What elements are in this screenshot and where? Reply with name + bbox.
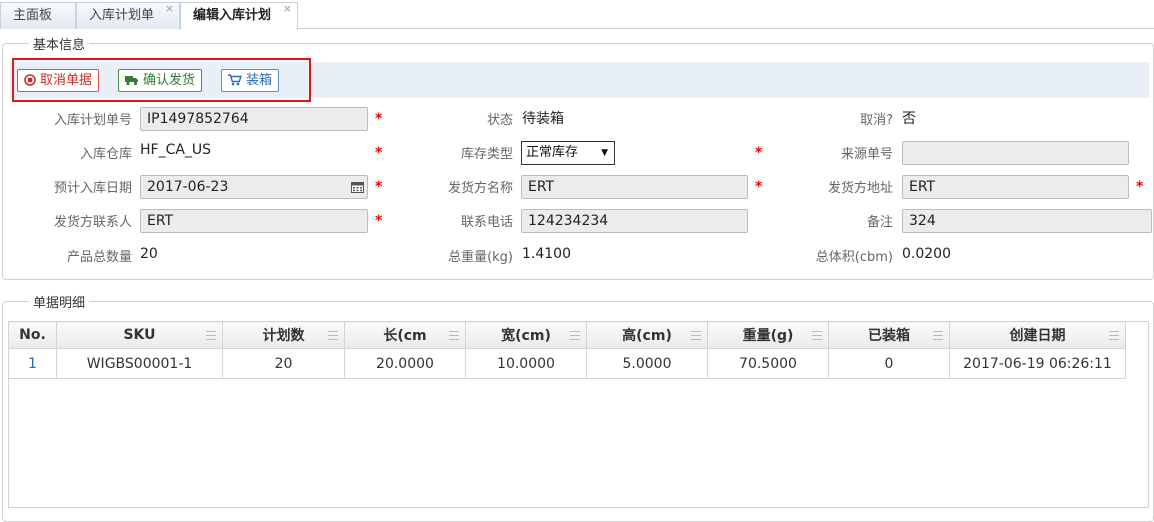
contact-field[interactable]: ERT: [140, 209, 368, 233]
close-icon[interactable]: ×: [165, 0, 174, 22]
tab-dashboard-label: 主面板: [13, 8, 53, 23]
cancel-document-button[interactable]: 取消单据: [17, 69, 100, 92]
cell-plan-qty: 20: [222, 348, 345, 379]
close-icon[interactable]: ×: [283, 0, 292, 22]
column-menu-icon[interactable]: [1109, 331, 1119, 340]
shipper-address-label: 发货方地址: [827, 181, 893, 196]
column-menu-icon[interactable]: [570, 331, 580, 340]
plan-no-field[interactable]: IP1497852764: [140, 107, 368, 131]
contact-label: 发货方联系人: [53, 215, 132, 230]
detail-legend: 单据明细: [33, 296, 86, 311]
total-qty-value: 20: [140, 246, 158, 262]
basic-info-legend: 基本信息: [33, 38, 86, 53]
shipper-name-field[interactable]: ERT: [521, 175, 748, 199]
confirm-shipment-button[interactable]: 确认发货: [118, 69, 203, 92]
cancel-document-label: 取消单据: [40, 73, 93, 88]
column-header-width[interactable]: 宽(cm): [465, 321, 587, 349]
stock-type-label: 库存类型: [460, 147, 513, 162]
total-weight-value: 1.4100: [522, 246, 571, 262]
cell-length: 20.0000: [344, 348, 466, 379]
truck-icon: [125, 76, 138, 86]
column-header-no[interactable]: No.: [8, 321, 57, 349]
column-menu-icon[interactable]: [812, 331, 822, 340]
status-value: 待装箱: [522, 111, 564, 127]
table-row[interactable]: 1 WIGBS00001-1 20 20.0000 10.0000 5.0000…: [8, 348, 1126, 379]
cancelled-value: 否: [902, 111, 916, 127]
total-volume-label: 总体积(cbm): [815, 250, 893, 265]
required-mark: *: [375, 213, 383, 229]
column-header-weight[interactable]: 重量(g): [707, 321, 829, 349]
required-mark: *: [1136, 179, 1144, 195]
action-toolbar: 取消单据 确认发货 装箱: [10, 62, 1149, 98]
stock-type-value: 正常库存: [526, 145, 579, 160]
cell-no: 1: [8, 348, 57, 379]
tab-inbound-plans-label: 入库计划单: [89, 8, 155, 23]
warehouse-label: 入库仓库: [79, 147, 132, 162]
eta-value: 2017-06-23: [147, 179, 229, 195]
cell-packed: 0: [828, 348, 950, 379]
table-header-row: No. SKU 计划数 长(cm 宽(cm) 高(cm) 重量(g) 已装箱 创…: [8, 321, 1126, 349]
column-header-length[interactable]: 长(cm: [344, 321, 466, 349]
required-mark: *: [375, 179, 383, 195]
required-mark: *: [755, 145, 763, 161]
shipper-address-field[interactable]: ERT: [902, 175, 1129, 199]
cell-height: 5.0000: [586, 348, 708, 379]
warehouse-value: HF_CA_US: [140, 142, 212, 158]
pack-button[interactable]: 装箱: [221, 69, 280, 92]
required-mark: *: [755, 179, 763, 195]
cell-width: 10.0000: [465, 348, 587, 379]
cart-icon: [228, 74, 242, 86]
cell-created: 2017-06-19 06:26:11: [949, 348, 1126, 379]
column-header-plan-qty[interactable]: 计划数: [222, 321, 345, 349]
eta-label: 预计入库日期: [53, 181, 132, 196]
column-menu-icon[interactable]: [933, 331, 943, 340]
phone-label: 联系电话: [460, 215, 513, 230]
tab-bar: 主面板 入库计划单 × 编辑入库计划 ×: [0, 0, 1154, 30]
status-label: 状态: [486, 113, 513, 128]
cancelled-label: 取消?: [860, 113, 893, 128]
tab-dashboard[interactable]: 主面板: [0, 2, 76, 29]
column-header-created[interactable]: 创建日期: [949, 321, 1126, 349]
column-menu-icon[interactable]: [328, 331, 338, 340]
column-menu-icon[interactable]: [449, 331, 459, 340]
cell-weight: 70.5000: [707, 348, 829, 379]
required-mark: *: [375, 145, 383, 161]
tab-edit-inbound-plan[interactable]: 编辑入库计划 ×: [180, 2, 298, 30]
column-header-packed[interactable]: 已装箱: [828, 321, 950, 349]
tab-inbound-plans[interactable]: 入库计划单 ×: [76, 2, 180, 29]
total-volume-value: 0.0200: [902, 246, 951, 262]
column-menu-icon[interactable]: [691, 331, 701, 340]
total-qty-label: 产品总数量: [66, 250, 132, 265]
detail-table: No. SKU 计划数 长(cm 宽(cm) 高(cm) 重量(g) 已装箱 创…: [8, 321, 1126, 379]
column-header-sku[interactable]: SKU: [56, 321, 223, 349]
confirm-shipment-label: 确认发货: [143, 73, 196, 88]
required-mark: *: [375, 111, 383, 127]
pack-label: 装箱: [246, 73, 273, 88]
calendar-icon[interactable]: [351, 181, 364, 193]
tab-edit-inbound-plan-label: 编辑入库计划: [193, 8, 272, 23]
source-no-label: 来源单号: [840, 147, 893, 162]
eta-date-field[interactable]: 2017-06-23: [140, 175, 368, 199]
stock-type-select[interactable]: 正常库存 ▼: [521, 141, 615, 165]
stop-icon: [24, 74, 36, 86]
cell-sku: WIGBS00001-1: [56, 348, 223, 379]
remark-field[interactable]: 324: [902, 209, 1152, 233]
column-header-height[interactable]: 高(cm): [586, 321, 708, 349]
phone-field[interactable]: 124234234: [521, 209, 748, 233]
plan-no-label: 入库计划单号: [53, 113, 132, 128]
source-no-field[interactable]: [902, 141, 1129, 165]
column-menu-icon[interactable]: [206, 331, 216, 340]
shipper-name-label: 发货方名称: [447, 181, 513, 196]
chevron-down-icon: ▼: [601, 148, 608, 158]
total-weight-label: 总重量(kg): [448, 250, 513, 265]
remark-label: 备注: [866, 215, 893, 230]
